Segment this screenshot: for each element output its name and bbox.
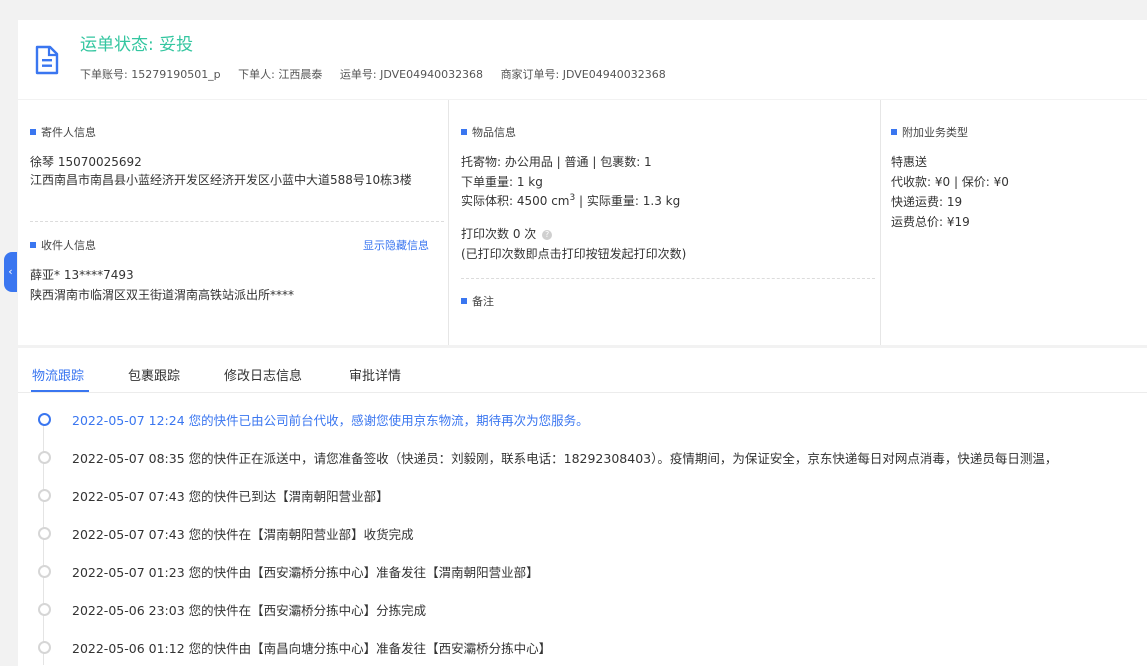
- timeline-item-text: 2022-05-07 07:43 您的快件已到达【渭南朝阳营业部】: [72, 489, 389, 504]
- timeline-dot-icon: [38, 641, 51, 654]
- print-count-note: (已打印次数即点击打印按钮发起打印次数): [461, 247, 687, 261]
- timeline-item: 2022-05-07 07:43 您的快件在【渭南朝阳营业部】收货完成: [18, 524, 1147, 544]
- tab-package-tracking[interactable]: 包裹跟踪: [128, 365, 180, 384]
- goods-item: 托寄物: 办公用品 | 普通 | 包裹数: 1: [461, 155, 652, 169]
- divider: [461, 278, 875, 279]
- chevron-left-icon: ‹: [8, 265, 13, 278]
- orderer: 下单人: 江西晨泰: [238, 68, 323, 81]
- merchant-order-number: 商家订单号: JDVE04940032368: [500, 68, 666, 81]
- waybill-number: 运单号: JDVE04940032368: [339, 68, 484, 81]
- order-account: 下单账号: 15279190501_p: [80, 68, 221, 81]
- timeline-dot-icon: [38, 527, 51, 540]
- actual-volume-weight: 实际体积: 4500 cm3 | 实际重量: 1.3 kg: [461, 192, 680, 209]
- timeline-dot-icon: [38, 565, 51, 578]
- timeline-item: 2022-05-06 23:03 您的快件在【西安灞桥分拣中心】分拣完成: [18, 600, 1147, 620]
- timeline-item: 2022-05-07 12:24 您的快件已由公司前台代收，感谢您使用京东物流，…: [18, 410, 1147, 430]
- timeline-dot-icon: [38, 603, 51, 616]
- document-icon: [34, 45, 60, 79]
- timeline-item: 2022-05-07 01:23 您的快件由【西安灞桥分拣中心】准备发往【渭南朝…: [18, 562, 1147, 582]
- divider: [30, 221, 444, 222]
- order-weight: 下单重量: 1 kg: [461, 175, 543, 189]
- waybill-status: 运单状态: 妥投: [80, 35, 194, 55]
- cod-insurance: 代收款: ¥0 | 保价: ¥0: [891, 175, 1009, 189]
- print-count: 打印次数 0 次 ?: [461, 225, 553, 242]
- goods-section-title: 物品信息: [461, 124, 516, 140]
- actual-weight: | 实际重量: 1.3 kg: [575, 194, 681, 208]
- goods-column: 物品信息 托寄物: 办公用品 | 普通 | 包裹数: 1 下单重量: 1 kg …: [448, 100, 881, 345]
- timeline-item-text: 2022-05-07 12:24 您的快件已由公司前台代收，感谢您使用京东物流，…: [72, 413, 589, 428]
- timeline-item-text: 2022-05-06 23:03 您的快件在【西安灞桥分拣中心】分拣完成: [72, 603, 427, 618]
- receiver-section-title: 收件人信息: [30, 237, 96, 253]
- timeline-item-text: 2022-05-07 01:23 您的快件由【西安灞桥分拣中心】准备发往【渭南朝…: [72, 565, 539, 580]
- timeline-dot-icon: [38, 451, 51, 464]
- sender-address: 江西南昌市南昌县小蓝经济开发区经济开发区小蓝中大道588号10栋3楼: [30, 173, 412, 187]
- service-section-title: 附加业务类型: [891, 124, 968, 140]
- timeline-item: 2022-05-07 07:43 您的快件已到达【渭南朝阳营业部】: [18, 486, 1147, 506]
- timeline-item-text: 2022-05-06 01:12 您的快件由【南昌向塘分拣中心】准备发往【西安灞…: [72, 641, 552, 656]
- tab-modification-log[interactable]: 修改日志信息: [224, 365, 302, 384]
- freight-total: 运费总价: ¥19: [891, 215, 970, 229]
- print-count-text: 打印次数 0 次: [461, 227, 537, 241]
- sender-section-title: 寄件人信息: [30, 124, 96, 140]
- timeline-item: 2022-05-07 08:35 您的快件正在派送中，请您准备签收（快递员：刘毅…: [18, 448, 1147, 468]
- collapse-panel-tab[interactable]: ‹: [4, 252, 17, 292]
- service-column: 附加业务类型 特惠送 代收款: ¥0 | 保价: ¥0 快递运费: 19 运费总…: [880, 100, 1147, 345]
- receiver-name-phone: 薛亚* 13****7493: [30, 268, 134, 282]
- timeline-item-text: 2022-05-07 08:35 您的快件正在派送中，请您准备签收（快递员：刘毅…: [72, 451, 1058, 466]
- receiver-address: 陕西渭南市临渭区双王街道渭南高铁站派出所****: [30, 288, 295, 302]
- tab-logistics-tracking[interactable]: 物流跟踪: [32, 365, 84, 384]
- active-tab-indicator: [31, 390, 89, 392]
- tracking-tabs: 物流跟踪 包裹跟踪 修改日志信息 审批详情: [18, 348, 1147, 393]
- remark-section-title: 备注: [461, 293, 494, 309]
- sender-name-phone: 徐琴 15070025692: [30, 155, 142, 169]
- tab-approval-details[interactable]: 审批详情: [349, 365, 401, 384]
- waybill-header: 运单状态: 妥投 下单账号: 15279190501_p 下单人: 江西晨泰 运…: [18, 20, 1147, 99]
- sender-receiver-column: 寄件人信息 徐琴 15070025692 江西南昌市南昌县小蓝经济开发区经济开发…: [18, 100, 448, 345]
- timeline-item-text: 2022-05-07 07:43 您的快件在【渭南朝阳营业部】收货完成: [72, 527, 414, 542]
- tracking-panel: 物流跟踪 包裹跟踪 修改日志信息 审批详情 2022-05-07 12:24 您…: [18, 348, 1147, 666]
- timeline-dot-icon: [38, 489, 51, 502]
- timeline-item: 2022-05-06 01:12 您的快件由【南昌向塘分拣中心】准备发往【西安灞…: [18, 638, 1147, 658]
- volume-value: 实际体积: 4500 cm: [461, 194, 570, 208]
- timeline-dot-icon: [38, 413, 51, 426]
- waybill-meta: 下单账号: 15279190501_p 下单人: 江西晨泰 运单号: JDVE0…: [80, 66, 680, 82]
- express-freight: 快递运费: 19: [891, 195, 963, 209]
- help-icon[interactable]: ?: [542, 230, 553, 240]
- waybill-info-panel: 寄件人信息 徐琴 15070025692 江西南昌市南昌县小蓝经济开发区经济开发…: [18, 100, 1147, 345]
- service-type: 特惠送: [891, 155, 928, 169]
- show-hidden-info-link[interactable]: 显示隐藏信息: [363, 237, 429, 253]
